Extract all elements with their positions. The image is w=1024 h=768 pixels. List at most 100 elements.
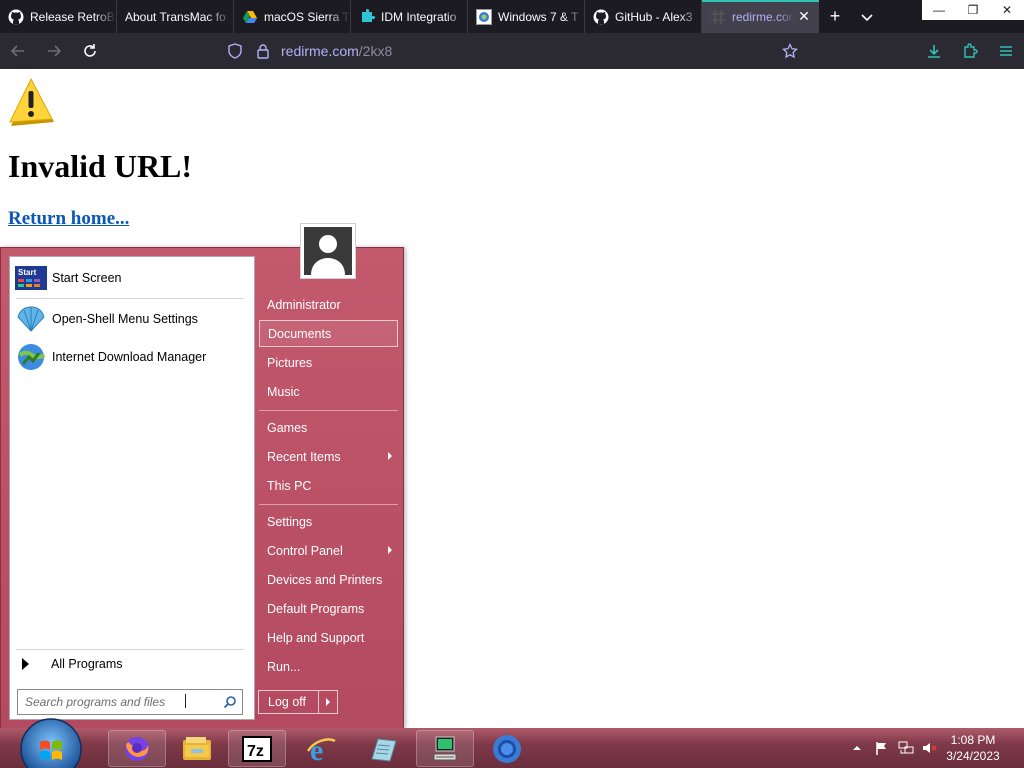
download-icon: [928, 45, 940, 58]
file-explorer-icon: [183, 736, 211, 760]
log-off-button[interactable]: Log off: [258, 690, 338, 714]
back-button[interactable]: [0, 33, 36, 69]
menu-this-pc[interactable]: This PC: [259, 472, 398, 499]
menu-label: This PC: [267, 478, 312, 493]
clock-time: 1:08 PM: [950, 733, 996, 747]
taskbar-firefox[interactable]: [108, 730, 166, 767]
program-label: Open-Shell Menu Settings: [52, 312, 198, 326]
taskbar-file-explorer[interactable]: [168, 730, 226, 767]
menu-settings[interactable]: Settings: [259, 508, 398, 535]
puzzle-icon: [359, 8, 375, 25]
all-programs-button[interactable]: All Programs: [18, 655, 123, 673]
menu-pictures[interactable]: Pictures: [259, 349, 398, 376]
divider: [259, 504, 398, 505]
tab-redirme[interactable]: redirme.com ✕: [702, 0, 819, 33]
menu-help-support[interactable]: Help and Support: [259, 624, 398, 651]
taskbar-7zip[interactable]: 7z: [228, 730, 286, 767]
tab-macos-sierra[interactable]: macOS Sierra T: [234, 0, 351, 33]
menu-run[interactable]: Run...: [259, 653, 398, 680]
show-hidden-icons-icon[interactable]: [850, 741, 864, 755]
window-controls: — ❐ ✕: [922, 0, 1024, 20]
menu-label: Games: [267, 420, 308, 435]
taskbar-notepad[interactable]: [354, 730, 412, 767]
forward-button[interactable]: [36, 33, 72, 69]
menu-label: Help and Support: [267, 630, 365, 645]
program-open-shell-settings[interactable]: Open-Shell Menu Settings: [14, 302, 198, 336]
tab-label: About TransMac fo: [125, 9, 226, 24]
program-label: Internet Download Manager: [52, 350, 207, 364]
reload-icon: [84, 44, 96, 57]
tab-label: Release RetroB: [30, 9, 115, 24]
start-button[interactable]: [18, 714, 84, 768]
menu-documents[interactable]: Documents: [259, 320, 398, 347]
search-icon[interactable]: [218, 690, 242, 714]
log-off-options-button[interactable]: [319, 691, 337, 713]
menu-recent-items[interactable]: Recent Items: [259, 443, 398, 470]
tab-label: IDM Integratio: [381, 9, 457, 24]
minimize-button[interactable]: —: [922, 0, 956, 20]
start-screen-icon: Start: [14, 261, 48, 295]
menu-music[interactable]: Music: [259, 378, 398, 405]
tab-release-retrob[interactable]: Release RetroB: [0, 0, 117, 33]
shield-icon[interactable]: [227, 43, 243, 59]
user-name[interactable]: Administrator: [259, 291, 398, 318]
taskbar-chrome[interactable]: [478, 730, 536, 767]
menu-default-programs[interactable]: Default Programs: [259, 595, 398, 622]
network-icon[interactable]: [898, 740, 914, 756]
menu-button[interactable]: [988, 33, 1024, 69]
tab-windows-7[interactable]: Windows 7 & T: [468, 0, 585, 33]
address-bar[interactable]: redirme.com/2kx8: [220, 37, 810, 65]
program-start-screen[interactable]: Start Start Screen: [14, 261, 121, 295]
tab-github-alex[interactable]: GitHub - Alex3: [585, 0, 702, 33]
hamburger-icon: [1000, 46, 1012, 56]
program-idm[interactable]: Internet Download Manager: [14, 340, 206, 374]
divider: [16, 298, 244, 299]
menu-label: Recent Items: [267, 449, 341, 464]
submenu-arrow-icon: [388, 452, 392, 460]
submenu-arrow-icon: [388, 546, 392, 554]
notepad-icon: [371, 737, 397, 762]
github-icon: [593, 9, 609, 25]
tab-label: redirme.com: [732, 9, 795, 24]
menu-control-panel[interactable]: Control Panel: [259, 537, 398, 564]
lock-icon[interactable]: [255, 43, 271, 59]
menu-games[interactable]: Games: [259, 414, 398, 441]
chrome-icon: [493, 734, 521, 763]
taskbar-computer[interactable]: [416, 730, 474, 767]
grid-icon: [710, 9, 726, 25]
search-input[interactable]: Search programs and files: [17, 689, 243, 715]
close-window-button[interactable]: ✕: [990, 0, 1024, 20]
text-cursor: [185, 694, 186, 708]
menu-label: Documents: [268, 326, 332, 341]
action-center-flag-icon[interactable]: [874, 740, 890, 756]
tab-label: Windows 7 & T: [498, 9, 579, 24]
expand-arrow-icon: [22, 658, 29, 670]
taskbar-internet-explorer[interactable]: e: [292, 730, 350, 767]
7zip-icon: 7z: [242, 735, 272, 762]
github-icon: [8, 9, 24, 25]
menu-label: Run...: [267, 659, 301, 674]
list-all-tabs-button[interactable]: [851, 0, 883, 33]
windows-icon: [476, 8, 492, 25]
restore-button[interactable]: ❐: [956, 0, 990, 20]
warning-icon: [9, 78, 54, 126]
log-off-label: Log off: [259, 691, 319, 713]
system-tray: [850, 728, 938, 768]
program-label: Start Screen: [52, 271, 122, 285]
programs-pane: Start Start Screen Open-Shell Menu Setti…: [9, 256, 255, 720]
menu-devices-printers[interactable]: Devices and Printers: [259, 566, 398, 593]
tab-about-transmac[interactable]: About TransMac fo: [117, 0, 234, 33]
new-tab-button[interactable]: +: [819, 0, 851, 33]
tab-idm-integration[interactable]: IDM Integratio: [351, 0, 468, 33]
volume-muted-icon[interactable]: [922, 740, 938, 756]
avatar[interactable]: [300, 223, 356, 279]
extensions-button[interactable]: [952, 33, 988, 69]
return-home-link[interactable]: Return home...: [8, 208, 129, 230]
bookmark-star-icon[interactable]: [782, 43, 798, 59]
url-text[interactable]: redirme.com/2kx8: [281, 43, 392, 59]
close-tab-icon[interactable]: ✕: [795, 8, 813, 26]
clock[interactable]: 1:08 PM 3/24/2023: [938, 732, 1008, 764]
downloads-button[interactable]: [916, 33, 952, 69]
google-drive-icon: [242, 9, 258, 25]
reload-button[interactable]: [72, 33, 108, 69]
